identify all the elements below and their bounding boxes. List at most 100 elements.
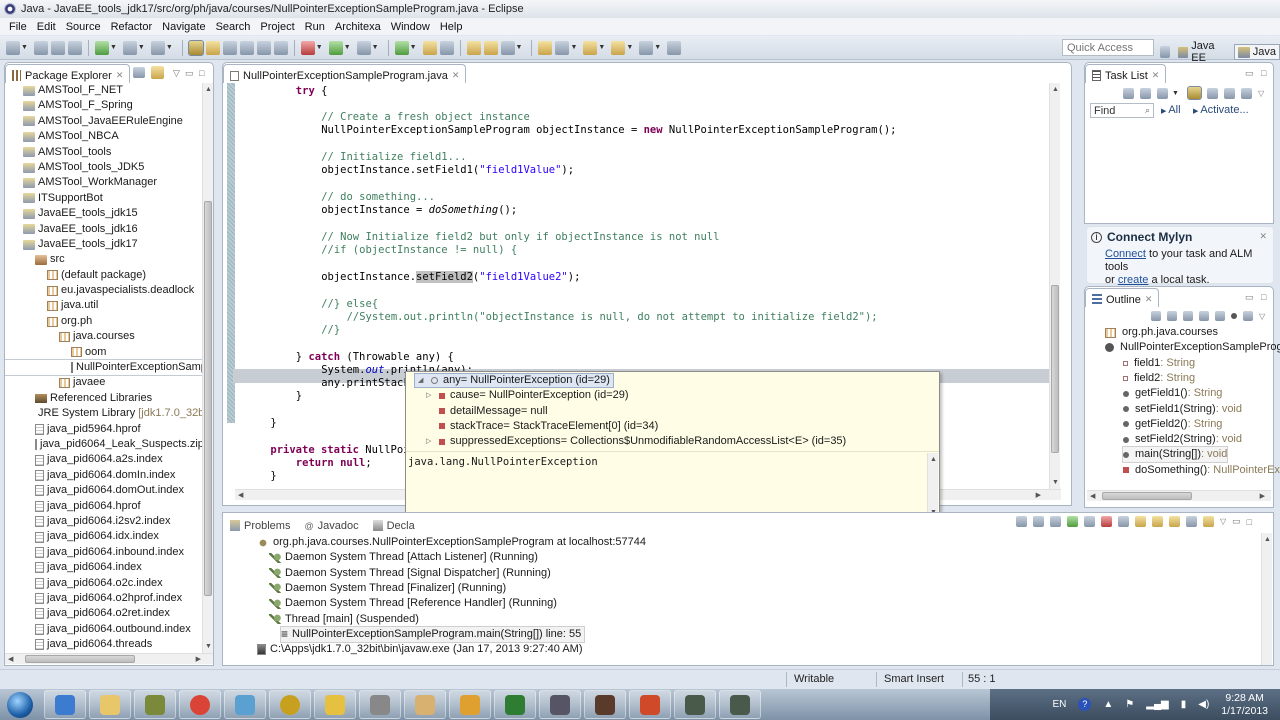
maximize-icon[interactable]: □ <box>1261 292 1266 302</box>
collapse-all-icon[interactable] <box>133 67 145 78</box>
package-tree-item[interactable]: java_pid6064.threads <box>5 637 203 651</box>
taskbar-powerpoint[interactable] <box>629 690 671 719</box>
outline-item[interactable]: field1 : String <box>1123 356 1195 371</box>
resume-icon[interactable] <box>1067 516 1078 527</box>
expand-toggle-icon[interactable]: ▷ <box>426 434 434 449</box>
view-menu-icon[interactable]: ▽ <box>173 68 180 79</box>
package-tree-item[interactable]: java_pid6064.a2s.index <box>5 452 203 467</box>
variable-row[interactable]: ▷ cause= NullPointerException (id=29) <box>426 388 629 403</box>
step-into-icon[interactable] <box>1135 516 1146 527</box>
tab-outline[interactable]: Outline ✕ <box>1085 288 1160 307</box>
quick-access-input[interactable] <box>1062 39 1154 56</box>
step-return-icon[interactable] <box>1169 516 1180 527</box>
package-tree-item[interactable]: java_pid6064.i2sv2.index <box>5 514 203 529</box>
open-task-icon[interactable] <box>466 40 481 55</box>
prev-annotation-icon[interactable] <box>555 40 570 55</box>
menu-project[interactable]: Project <box>255 21 299 33</box>
new-java-project-icon[interactable] <box>394 40 409 55</box>
menu-source[interactable]: Source <box>61 21 106 33</box>
package-tree-item[interactable]: java_pid6064.index <box>5 560 203 575</box>
next-annotation-icon[interactable] <box>538 40 553 55</box>
show-source-icon[interactable] <box>273 40 288 55</box>
variable-row[interactable]: stackTrace= StackTraceElement[0] (id=34) <box>426 419 658 434</box>
package-tree-item[interactable]: java_pid6064.domOut.index <box>5 483 203 498</box>
network-icon[interactable]: ▂▄▆ <box>1146 699 1168 710</box>
tab-declaration[interactable]: Decla <box>366 514 422 533</box>
save-icon[interactable] <box>33 40 48 55</box>
package-tree-item[interactable]: java.courses <box>5 329 203 344</box>
show-whitespace-icon[interactable] <box>222 40 237 55</box>
block-selection-icon[interactable] <box>239 40 254 55</box>
menu-help[interactable]: Help <box>435 21 468 33</box>
debug-tree-item[interactable]: Thread [main] (Suspended) <box>269 612 419 627</box>
new-package-icon[interactable] <box>422 40 437 55</box>
categorized-icon[interactable] <box>1157 87 1168 99</box>
variable-row[interactable]: ◢ any= NullPointerException (id=29) <box>414 373 614 388</box>
view-menu-icon[interactable]: ▽ <box>1258 89 1264 98</box>
taskbar-java-coffee[interactable] <box>404 690 446 719</box>
search-icon[interactable] <box>500 40 515 55</box>
new-icon[interactable] <box>6 40 20 55</box>
package-tree-vertical-scrollbar[interactable]: ▲ ▼ <box>202 83 213 653</box>
package-tree-item[interactable]: java_pid5964.hprof <box>5 422 203 437</box>
print-icon[interactable] <box>67 40 82 55</box>
battery-icon[interactable]: ▮ <box>1181 699 1187 710</box>
package-tree-horizontal-scrollbar[interactable]: ◀ ▶ <box>5 653 213 664</box>
outline-item[interactable]: getField1() : String <box>1123 386 1222 401</box>
all-filter-link[interactable]: ▶ All <box>1161 104 1181 116</box>
taskbar-file-explorer[interactable] <box>89 690 131 719</box>
package-tree-item[interactable]: NullPointerExceptionSampleProgram.java <box>5 359 203 377</box>
scrollbar-thumb[interactable] <box>1102 492 1192 500</box>
debug-tree-item[interactable]: org.ph.java.courses.NullPointerException… <box>257 535 646 550</box>
close-icon[interactable]: ✕ <box>1259 231 1267 242</box>
outline-item[interactable]: org.ph.java.courses <box>1105 325 1218 340</box>
focus-on-workweek-icon[interactable] <box>1186 86 1202 100</box>
view-menu-icon[interactable]: ▽ <box>1220 517 1226 526</box>
package-tree-item[interactable]: JavaEE_tools_jdk15 <box>5 206 203 221</box>
volume-icon[interactable]: ◀) <box>1198 699 1209 710</box>
hide-local-types-icon[interactable] <box>1231 313 1237 319</box>
outline-item[interactable]: setField1(String) : void <box>1123 402 1242 417</box>
taskbar-remote-desktop[interactable] <box>539 690 581 719</box>
step-over-icon[interactable] <box>1152 516 1163 527</box>
scrollbar-thumb[interactable] <box>1051 285 1059 453</box>
create-task-link[interactable]: create <box>1118 274 1149 286</box>
suspend-icon[interactable] <box>1084 516 1095 527</box>
new-server-icon[interactable] <box>94 40 109 55</box>
synchronize-icon[interactable] <box>1140 87 1151 99</box>
menu-run[interactable]: Run <box>300 21 330 33</box>
package-tree-item[interactable]: java_pid6064.o2c.index <box>5 576 203 591</box>
view-menu-icon[interactable]: ▽ <box>1259 312 1265 321</box>
expand-toggle-icon[interactable]: ▷ <box>426 388 434 403</box>
minimize-icon[interactable]: ▭ <box>1245 68 1254 79</box>
collapse-all-icon[interactable] <box>1151 311 1161 321</box>
toggle-breadcrumb-icon[interactable] <box>256 40 271 55</box>
show-all-icon[interactable] <box>1240 87 1252 99</box>
debug-tree-item[interactable]: Daemon System Thread [Reference Handler]… <box>269 596 557 611</box>
back-icon[interactable] <box>611 40 626 55</box>
taskbar-excel[interactable] <box>494 690 536 719</box>
package-tree-item[interactable]: AMSTool_tools <box>5 145 203 160</box>
package-tree-item[interactable]: AMSTool_F_NET <box>5 83 203 98</box>
variable-row[interactable]: ▷ suppressedExceptions= Collections$Unmod… <box>426 434 846 449</box>
outline-item[interactable]: NullPointerExceptionSampleProgram <box>1105 340 1280 355</box>
minimize-icon[interactable]: ▭ <box>1232 516 1241 527</box>
start-button[interactable] <box>0 689 40 720</box>
menu-architexa[interactable]: Architexa <box>330 21 386 33</box>
hide-non-public-icon[interactable] <box>1215 311 1225 321</box>
drop-to-frame-icon[interactable] <box>1186 516 1197 527</box>
package-tree-item[interactable]: javaee <box>5 375 203 390</box>
tab-task-list[interactable]: Task List ✕ <box>1085 64 1167 83</box>
toggle-mark-occurrences-icon[interactable] <box>187 39 204 56</box>
open-folder-icon[interactable] <box>483 40 498 55</box>
remove-terminated-icon[interactable] <box>1016 516 1027 527</box>
collapse-all-icon[interactable] <box>1206 87 1218 99</box>
forward-icon[interactable] <box>639 40 654 55</box>
package-tree-item[interactable]: AMSTool_NBCA <box>5 129 203 144</box>
debug-tree-item[interactable]: Daemon System Thread [Signal Dispatcher]… <box>269 566 551 581</box>
package-tree-item[interactable]: JRE System Library [jdk1.7.0_32bit] <box>5 406 203 421</box>
scrollbar-thumb[interactable] <box>204 201 212 596</box>
last-edit-icon[interactable] <box>583 40 598 55</box>
tab-javadoc[interactable]: @ Javadoc <box>297 514 365 533</box>
taskbar-outlook[interactable] <box>449 690 491 719</box>
